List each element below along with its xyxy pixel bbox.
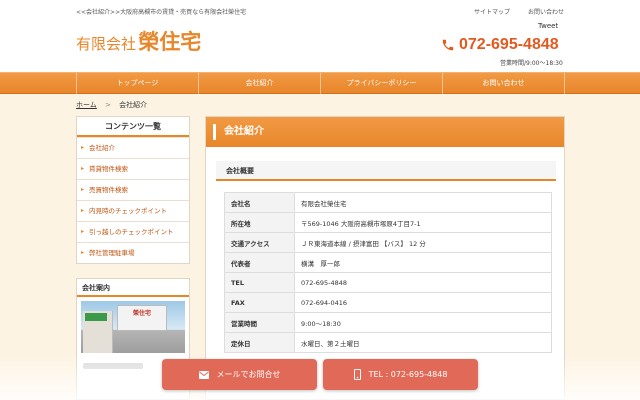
header-phone: 072-695-4848 (441, 36, 559, 54)
sidebar-item-parking[interactable]: 弊社管理駐車場 (77, 242, 189, 263)
row-key: TEL (224, 272, 295, 293)
nav-top[interactable]: トップページ (76, 73, 198, 95)
site-header: <<会社紹介>>大阪府高槻市の賃貸・売買なら有限会社榮住宅 有限会社 榮住宅 サ… (0, 0, 640, 72)
mail-icon (198, 370, 209, 379)
nav-privacy[interactable]: プライバシーポリシー (320, 73, 442, 95)
row-key: 定休日 (224, 332, 295, 353)
tel-contact-button[interactable]: TEL : 072-695-4848 (323, 359, 478, 390)
row-value: 9:00～18:30 (294, 312, 552, 333)
photo-store-sign: 榮住宅 (117, 305, 167, 331)
row-value: 横溝 厚一郎 (294, 252, 552, 273)
row-value: ＪＲ東海道本線 / 摂津富田 【バス】 12 分 (294, 232, 552, 253)
sidebar-item-rental-search[interactable]: 賃貸物件検索 (77, 158, 189, 179)
sidebar-title: コンテンツ一覧 (77, 117, 189, 137)
tweet-button[interactable]: Tweet (538, 22, 558, 30)
sidebar-item-moving-checkpoints[interactable]: 引っ越しのチェックポイント (77, 221, 189, 242)
table-row: 営業時間 9:00～18:30 (224, 312, 552, 333)
bottom-fade-overlay (0, 355, 640, 400)
row-key: 会社名 (224, 192, 295, 213)
company-info-table: 会社名 有限会社榮住宅 所在地 〒569-1046 大阪府高槻市塚原4丁目7-1 交… (224, 192, 552, 353)
breadcrumb-separator: > (105, 101, 111, 109)
site-logo[interactable]: 有限会社 榮住宅 (76, 26, 201, 56)
table-row: 所在地 〒569-1046 大阪府高槻市塚原4丁目7-1 (224, 212, 552, 233)
mail-contact-button[interactable]: メールでお問合せ (162, 359, 317, 390)
mail-contact-label: メールでお問合せ (216, 370, 281, 379)
breadcrumb-home[interactable]: ホーム (76, 101, 97, 109)
table-row: 代表者 横溝 厚一郎 (224, 252, 552, 273)
company-info-title: 会社案内 (77, 279, 189, 297)
row-key: 営業時間 (224, 312, 295, 333)
row-value: 〒569-1046 大阪府高槻市塚原4丁目7-1 (294, 212, 552, 233)
table-row: FAX 072-694-0416 (224, 292, 552, 313)
business-hours: 営業時間/9:00～18:30 (500, 60, 563, 67)
logo-name: 榮住宅 (138, 29, 202, 54)
nav-company[interactable]: 会社紹介 (198, 73, 320, 95)
nav-contact[interactable]: お問い合わせ (442, 73, 565, 95)
row-key: FAX (224, 292, 295, 313)
sidebar-item-sale-search[interactable]: 売買物件検索 (77, 179, 189, 200)
row-key: 代表者 (224, 252, 295, 273)
sidebar-item-viewing-checkpoints[interactable]: 内見時のチェックポイント (77, 200, 189, 221)
table-row: 定休日 水曜日、第２土曜日 (224, 332, 552, 353)
row-value: 072-694-0416 (294, 292, 552, 313)
breadcrumb-current: 会社紹介 (119, 101, 148, 109)
phone-icon (442, 39, 454, 51)
section-heading: 会社概要 (216, 161, 556, 181)
page-title: 会社紹介 (206, 117, 564, 147)
sidebar-item-company[interactable]: 会社紹介 (77, 137, 189, 158)
site-tagline: <<会社紹介>>大阪府高槻市の賃貸・売買なら有限会社榮住宅 (76, 9, 247, 16)
table-row: 会社名 有限会社榮住宅 (224, 192, 552, 213)
breadcrumb: ホーム > 会社紹介 (76, 100, 147, 110)
contact-link[interactable]: お問い合わせ (528, 7, 564, 16)
row-key: 所在地 (224, 212, 295, 233)
main-nav: トップページ 会社紹介 プライバシーポリシー お問い合わせ (0, 72, 640, 95)
logo-prefix: 有限会社 (76, 35, 137, 53)
sitemap-link[interactable]: サイトマップ (474, 7, 510, 16)
top-links: サイトマップ お問い合わせ (474, 7, 564, 16)
table-row: TEL 072-695-4848 (224, 272, 552, 293)
tel-contact-label: TEL : 072-695-4848 (368, 370, 448, 379)
table-row: 交通アクセス ＪＲ東海道本線 / 摂津富田 【バス】 12 分 (224, 232, 552, 253)
row-value: 水曜日、第２土曜日 (294, 332, 552, 353)
row-value: 有限会社榮住宅 (294, 192, 552, 213)
photo-sign-green (85, 313, 107, 321)
sidebar-contents: コンテンツ一覧 会社紹介 賃貸物件検索 売買物件検索 内見時のチェックポイント … (76, 116, 190, 264)
row-key: 交通アクセス (224, 232, 295, 253)
row-value: 072-695-4848 (294, 272, 552, 293)
smartphone-icon (353, 369, 361, 380)
phone-number[interactable]: 072-695-4848 (459, 36, 559, 54)
storefront-photo: 榮住宅 (81, 301, 185, 353)
